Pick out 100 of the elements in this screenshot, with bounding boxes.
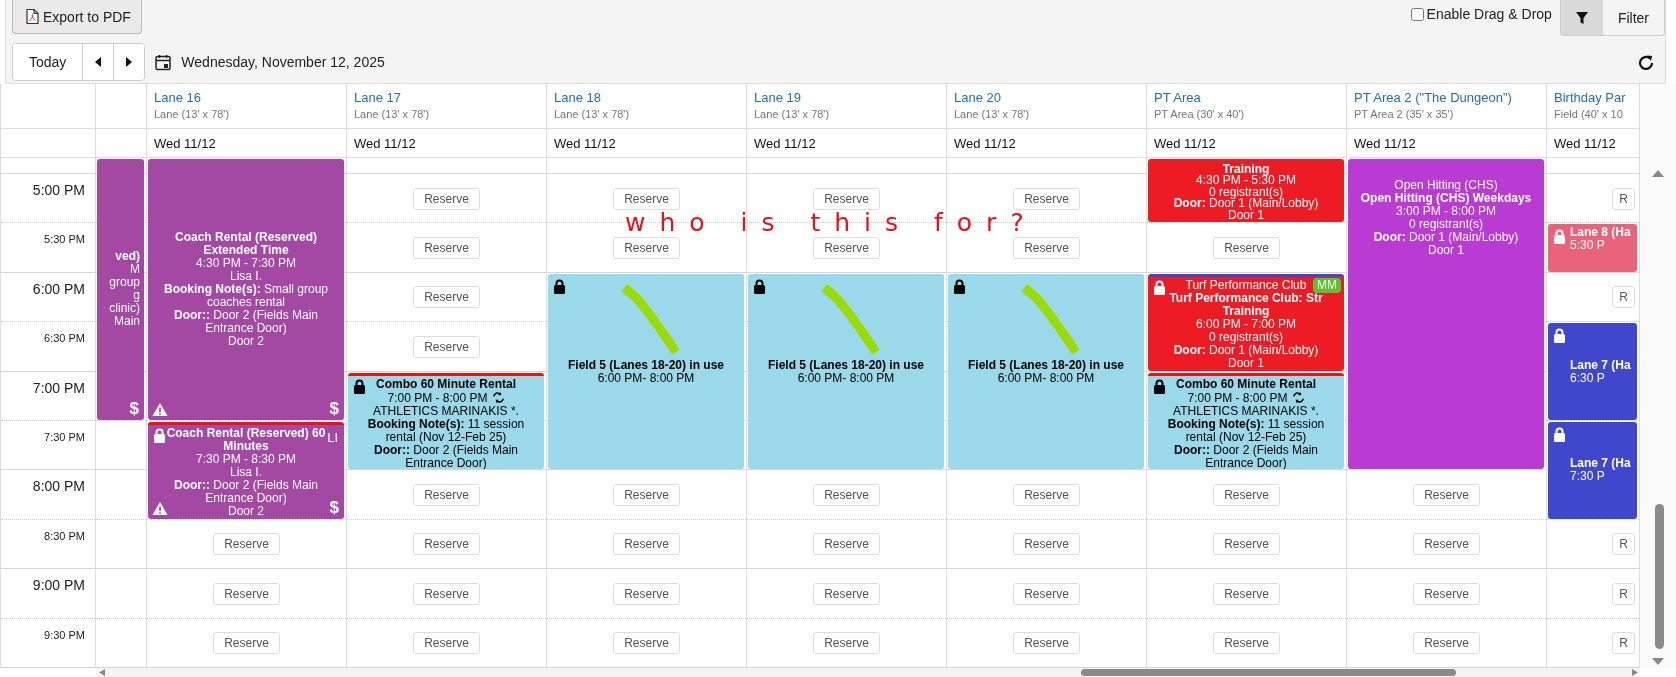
reserve-button[interactable]: Reserve — [1413, 484, 1480, 507]
scrollbar-thumb[interactable] — [1081, 669, 1456, 676]
event-detail: g clinic) — [109, 288, 140, 316]
scroll-down-arrow-icon[interactable] — [1652, 658, 1664, 665]
event-detail: Door: Door 1 (Main/Lobby) — [1373, 230, 1519, 244]
event-title: Combo 60 Minute Rental — [1176, 376, 1316, 391]
lane-name[interactable]: PT Area — [1154, 90, 1339, 105]
event-card[interactable]: Training 4:30 PM - 5:30 PM 0 registrant(s) Door: Door 1 (Main/Lobby) Door 1 — [1148, 159, 1344, 223]
reserve-button[interactable]: R — [1612, 582, 1635, 605]
reserve-button[interactable]: Reserve — [813, 632, 880, 655]
reserve-button[interactable]: Reserve — [213, 582, 280, 605]
reserve-button[interactable]: Reserve — [413, 237, 480, 260]
reserve-button[interactable]: Reserve — [813, 187, 880, 210]
reserve-button[interactable]: Reserve — [813, 533, 880, 556]
reserve-button[interactable]: Reserve — [613, 484, 680, 507]
reserve-button[interactable]: Reserve — [413, 286, 480, 309]
event-card[interactable]: Coach Rental (Reserved) Extended Time 4:30 PM - 7:30 PM Lisa I. Booking Note(s): Small group coaches rental Door:: Door 2 (Fields Main Entrance Door) Door 2 $ — [148, 159, 344, 420]
reserve-button[interactable]: Reserve — [613, 582, 680, 605]
reserve-button[interactable]: Reserve — [1413, 632, 1480, 655]
reserve-button[interactable]: Reserve — [1013, 237, 1080, 260]
event-card[interactable]: Lane 7 (Ha 6:30 P — [1548, 323, 1637, 420]
reserve-button[interactable]: Reserve — [1213, 582, 1280, 605]
reserve-button[interactable]: Reserve — [1013, 632, 1080, 655]
lane-size: Field (40' x 10 — [1554, 108, 1624, 120]
lane-name[interactable]: Lane 18 — [554, 90, 739, 105]
lane-size: Lane (13' x 78') — [154, 108, 231, 120]
event-detail: M — [130, 262, 140, 277]
reserve-button[interactable]: R — [1612, 187, 1635, 210]
scroll-right-arrow-icon[interactable] — [1632, 669, 1638, 676]
event-title: Lane 7 (Ha — [1570, 456, 1631, 471]
reserve-button[interactable]: Reserve — [1013, 533, 1080, 556]
reserve-button[interactable]: Reserve — [413, 533, 480, 556]
time-label: 6:30 PM — [44, 331, 86, 345]
event-detail: Booking Note(s): 11 session rental (Nov 12-Feb 25) — [367, 416, 525, 444]
reserve-button[interactable]: Reserve — [813, 484, 880, 507]
scrollbar-thumb[interactable] — [1655, 504, 1664, 649]
event-card[interactable]: ved) M group g clinic) Main $ — [97, 159, 144, 420]
reserve-button[interactable]: Reserve — [1013, 484, 1080, 507]
day-label: Wed 11/12 — [954, 135, 1016, 151]
event-card[interactable]: Field 5 (Lanes 18-20) in use 6:00 PM- 8:00 PM — [548, 273, 744, 470]
lane-name[interactable]: Lane 17 — [354, 90, 539, 105]
reserve-button[interactable]: Reserve — [413, 335, 480, 358]
event-card[interactable]: Field 5 (Lanes 18-20) in use 6:00 PM- 8:00 PM — [948, 273, 1144, 470]
refresh-icon[interactable] — [1638, 53, 1655, 71]
reserve-button[interactable]: Reserve — [613, 237, 680, 260]
filter-icon-button[interactable] — [1560, 0, 1603, 35]
reserve-button[interactable]: Reserve — [1213, 533, 1280, 556]
reserve-button[interactable]: R — [1612, 286, 1635, 309]
reserve-button[interactable]: Reserve — [1213, 237, 1280, 260]
reserve-button[interactable]: Reserve — [1013, 582, 1080, 605]
event-detail: 4:30 PM - 7:30 PM — [195, 255, 296, 270]
dollar-sign: $ — [129, 399, 139, 418]
reserve-button[interactable]: Reserve — [413, 632, 480, 655]
today-button[interactable]: Today — [13, 44, 84, 80]
event-tag: LI — [327, 430, 338, 444]
reserve-button[interactable]: Reserve — [213, 533, 280, 556]
lane-name[interactable]: Lane 16 — [154, 90, 339, 105]
event-card[interactable]: Coach Rental (Reserved) 60 Minutes 7:30 PM - 8:30 PM Lisa I. Door:: Door 2 (Fields Main Entrance Door) Door 2 $ LI — [148, 421, 344, 519]
drag-drop-checkbox[interactable] — [1410, 7, 1424, 21]
scroll-left-arrow-icon[interactable] — [99, 669, 105, 676]
scroll-up-arrow-icon[interactable] — [1652, 170, 1664, 177]
event-card[interactable]: Combo 60 Minute Rental 7:00 PM - 8:00 PM ATHLETICS MARINAKIS *. Booking Note(s): 11 session rental (Nov 12-Feb 25) Door:: Door 2 (Fields Main Entrance Door) — [348, 372, 544, 470]
event-card[interactable]: Lane 7 (Ha 7:30 P — [1548, 421, 1637, 519]
lane-name[interactable]: Birthday Par — [1554, 90, 1632, 105]
reserve-button[interactable]: Reserve — [1413, 582, 1480, 605]
event-card[interactable]: Open Hitting (CHS) Open Hitting (CHS) Weekdays 3:00 PM - 8:00 PM 0 registrant(s) Door: Door 1 (Main/Lobby) Door 1 — [1348, 159, 1544, 470]
lane-name[interactable]: PT Area 2 ("The Dungeon") — [1354, 90, 1539, 105]
calendar-icon[interactable] — [155, 53, 172, 71]
event-card[interactable]: Turf Performance Club Turf Performance Club: Str Training 6:00 PM - 7:00 PM 0 registrant(s) Door: Door 1 (Main/Lobby) Door 1 MM — [1148, 273, 1344, 371]
event-detail: 6:30 P — [1570, 370, 1605, 385]
reserve-button[interactable]: Reserve — [1013, 187, 1080, 210]
reserve-button[interactable]: Reserve — [613, 187, 680, 210]
time-label: 7:00 PM — [32, 378, 86, 396]
event-title: Field 5 (Lanes 18-20) in use — [967, 357, 1125, 372]
vertical-scrollbar[interactable] — [1640, 84, 1676, 668]
time-label: 6:00 PM — [32, 279, 86, 297]
reserve-button[interactable]: Reserve — [813, 582, 880, 605]
reserve-button[interactable]: Reserve — [213, 632, 280, 655]
day-label: Wed 11/12 — [554, 135, 616, 151]
current-date: Wednesday, November 12, 2025 — [181, 54, 385, 70]
reserve-button[interactable]: Reserve — [613, 632, 680, 655]
time-label: 8:00 PM — [32, 477, 86, 495]
reserve-button[interactable]: Reserve — [1213, 632, 1280, 655]
event-card[interactable]: Field 5 (Lanes 18-20) in use 6:00 PM- 8:00 PM — [748, 273, 944, 470]
reserve-button[interactable]: Reserve — [413, 484, 480, 507]
handwritten-note: who is this for? — [625, 210, 1038, 235]
reserve-button[interactable]: R — [1612, 632, 1635, 655]
reserve-button[interactable]: Reserve — [613, 533, 680, 556]
dollar-sign: $ — [329, 399, 339, 418]
reserve-button[interactable]: R — [1612, 533, 1635, 556]
horizontal-scrollbar[interactable] — [96, 668, 1640, 677]
reserve-button[interactable]: Reserve — [413, 187, 480, 210]
reserve-button[interactable]: Reserve — [1213, 484, 1280, 507]
event-card[interactable]: Combo 60 Minute Rental 7:00 PM - 8:00 PM ATHLETICS MARINAKIS *. Booking Note(s): 11 session rental (Nov 12-Feb 25) Door:: Door 2 (Fields Main Entrance Door) — [1148, 372, 1344, 470]
lane-name[interactable]: Lane 20 — [954, 90, 1139, 105]
reserve-button[interactable]: Reserve — [413, 582, 480, 605]
lane-name[interactable]: Lane 19 — [754, 90, 939, 105]
reserve-button[interactable]: Reserve — [813, 237, 880, 260]
reserve-button[interactable]: Reserve — [1413, 533, 1480, 556]
export-pdf-button[interactable]: Export to PDF — [12, 0, 142, 34]
